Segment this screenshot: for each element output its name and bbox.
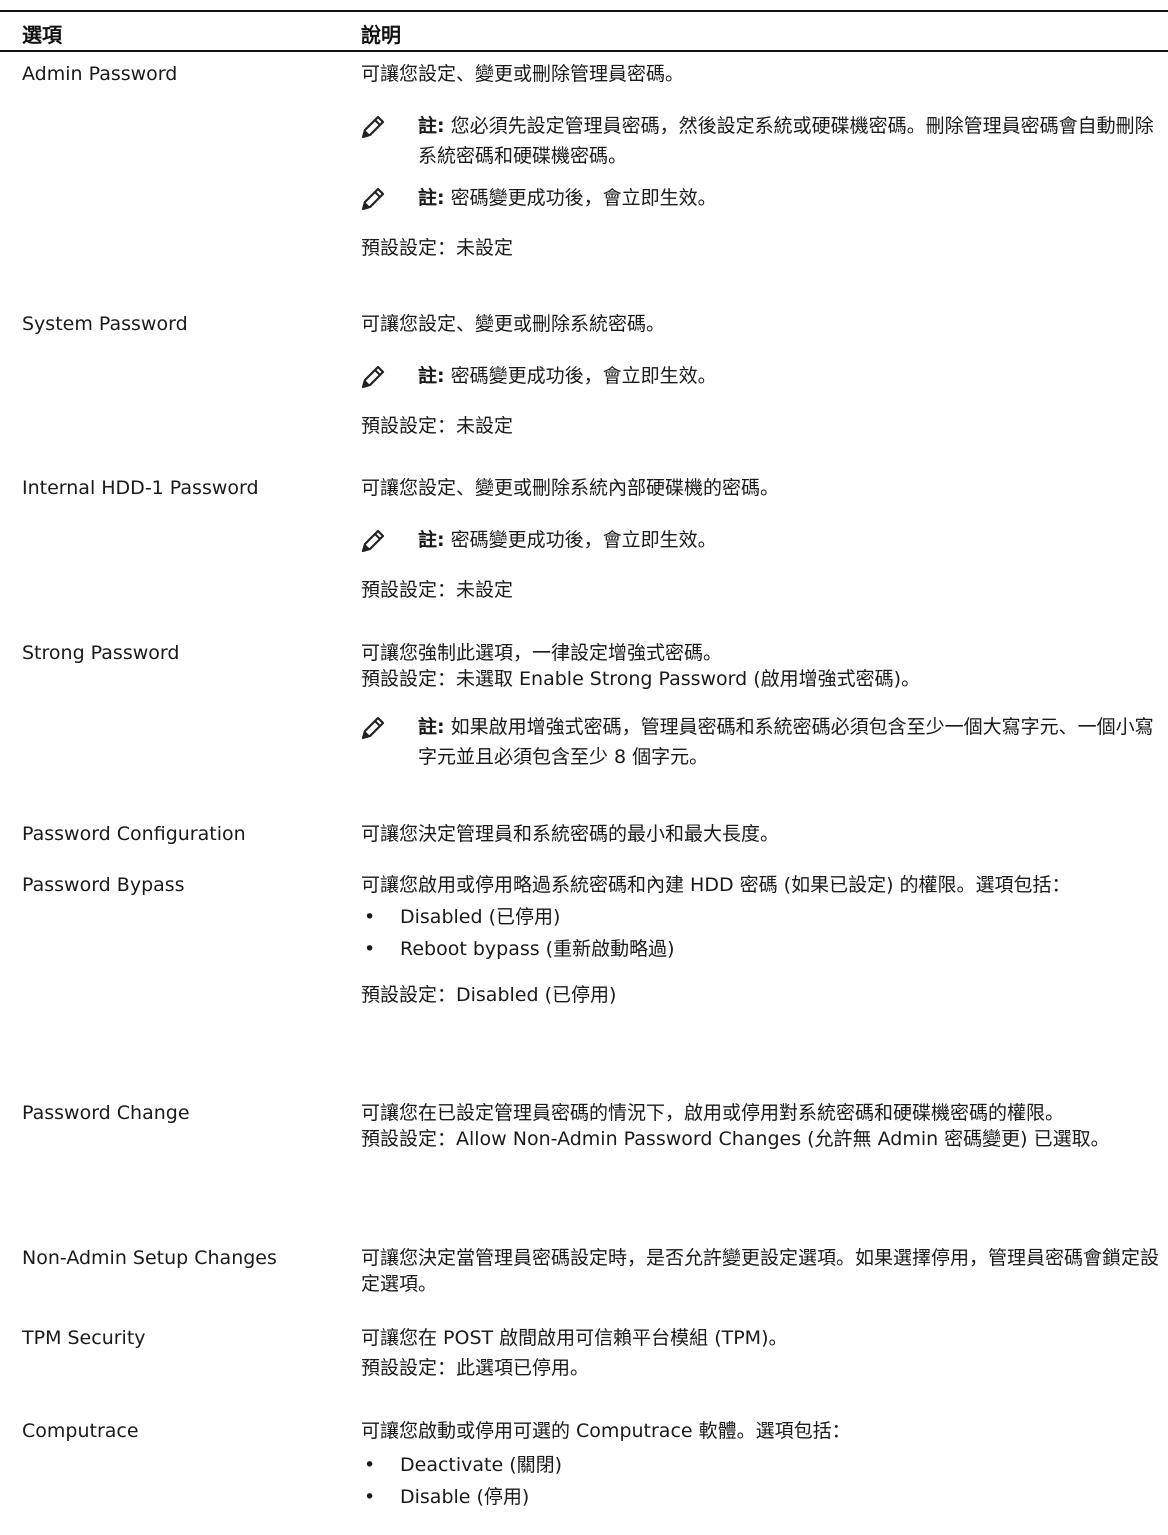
description-text: 可讓您設定、變更或刪除管理員密碼。	[361, 63, 685, 85]
list-item: • Disable (停用)	[361, 1484, 1161, 1510]
description-text: 可讓您啟用或停用略過系統密碼和內建 HDD 密碼 (如果已設定) 的權限。選項包…	[361, 874, 1071, 896]
note-text: 密碼變更成功後，會立即生效。	[450, 365, 717, 387]
description-text: 可讓您強制此選項，一律設定增強式密碼。	[361, 642, 723, 664]
default-setting: 預設設定：未設定	[361, 415, 514, 437]
list-item: • Disabled (已停用)	[361, 904, 1161, 930]
note: 註: 您必須先設定管理員密碼，然後設定系統或硬碟機密碼。刪除管理員密碼會自動刪除…	[361, 111, 1161, 183]
bullet-dot: •	[364, 1486, 376, 1508]
list-item-text: Disabled (已停用)	[400, 906, 561, 928]
note-label: 註:	[418, 716, 445, 738]
table-header-rule	[0, 50, 1168, 52]
bullet-dot: •	[364, 1454, 376, 1476]
pencil-icon	[361, 365, 385, 389]
table-top-rule	[0, 10, 1168, 12]
pencil-icon	[361, 529, 385, 553]
column-header-option: 選項	[22, 23, 62, 47]
default-setting: 預設設定：此選項已停用。	[361, 1357, 590, 1379]
default-setting: 預設設定：Disabled (已停用)	[361, 984, 617, 1006]
option-name: Strong Password	[22, 642, 180, 664]
option-name: Password Configuration	[22, 823, 246, 845]
note-text: 如果啟用增強式密碼，管理員密碼和系統密碼必須包含至少一個大寫字元、一個小寫字元並…	[418, 716, 1154, 768]
default-setting: 預設設定：未設定	[361, 579, 514, 601]
option-description: 可讓您設定、變更或刪除系統密碼。 註: 密碼變更成功後，會立即生效。 預設設定：…	[361, 311, 1161, 439]
note-label: 註:	[418, 529, 445, 551]
pencil-icon	[361, 115, 385, 139]
description-text: 可讓您在 POST 啟間啟用可信賴平台模組 (TPM)。	[361, 1327, 788, 1349]
option-description: 可讓您強制此選項，一律設定增強式密碼。 預設設定：未選取 Enable Stro…	[361, 640, 1161, 772]
option-description: 可讓您設定、變更或刪除系統內部硬碟機的密碼。 註: 密碼變更成功後，會立即生效。…	[361, 475, 1161, 603]
description-text: 可讓您啟動或停用可選的 Computrace 軟體。選項包括：	[361, 1420, 851, 1442]
note-label: 註:	[418, 365, 445, 387]
option-name: Internal HDD-1 Password	[22, 477, 259, 499]
option-name: Non-Admin Setup Changes	[22, 1247, 277, 1269]
note-text: 密碼變更成功後，會立即生效。	[450, 529, 717, 551]
option-description: 可讓您決定管理員和系統密碼的最小和最大長度。	[361, 821, 1161, 847]
option-name: TPM Security	[22, 1327, 146, 1349]
option-name: System Password	[22, 313, 188, 335]
list-item-text: Disable (停用)	[400, 1486, 530, 1508]
option-description: 可讓您啟用或停用略過系統密碼和內建 HDD 密碼 (如果已設定) 的權限。選項包…	[361, 872, 1161, 1008]
note: 註: 密碼變更成功後，會立即生效。	[361, 525, 1161, 577]
description-text: 可讓您設定、變更或刪除系統內部硬碟機的密碼。	[361, 477, 780, 499]
description-text: 可讓您在已設定管理員密碼的情況下，啟用或停用對系統密碼和硬碟機密碼的權限。	[361, 1102, 1065, 1124]
description-text: 可讓您決定管理員和系統密碼的最小和最大長度。	[361, 823, 780, 845]
column-header-description: 說明	[361, 23, 401, 47]
bullet-dot: •	[364, 938, 376, 960]
default-setting: 預設設定：Allow Non-Admin Password Changes (允…	[361, 1128, 1110, 1150]
list-item: • Deactivate (關閉)	[361, 1452, 1161, 1478]
option-description: 可讓您在已設定管理員密碼的情況下，啟用或停用對系統密碼和硬碟機密碼的權限。 預設…	[361, 1100, 1161, 1152]
option-description: 可讓您決定當管理員密碼設定時，是否允許變更設定選項。如果選擇停用，管理員密碼會鎖…	[361, 1245, 1161, 1297]
pencil-icon	[361, 716, 385, 740]
option-name: Password Bypass	[22, 874, 185, 896]
note-text: 密碼變更成功後，會立即生效。	[450, 187, 717, 209]
list-item: • Reboot bypass (重新啟動略過)	[361, 936, 1161, 982]
note: 註: 如果啟用增強式密碼，管理員密碼和系統密碼必須包含至少一個大寫字元、一個小寫…	[361, 712, 1161, 772]
option-description: 可讓您設定、變更或刪除管理員密碼。 註: 您必須先設定管理員密碼，然後設定系統或…	[361, 61, 1161, 261]
note: 註: 密碼變更成功後，會立即生效。	[361, 183, 1161, 235]
option-name: Computrace	[22, 1420, 139, 1442]
description-text: 可讓您設定、變更或刪除系統密碼。	[361, 313, 666, 335]
default-setting: 預設設定：未設定	[361, 237, 514, 259]
list-item-text: Reboot bypass (重新啟動略過)	[400, 938, 675, 960]
option-name: Admin Password	[22, 63, 178, 85]
bullet-dot: •	[364, 906, 376, 928]
default-setting: 預設設定：未選取 Enable Strong Password (啟用增強式密碼…	[361, 668, 921, 690]
option-description: 可讓您在 POST 啟間啟用可信賴平台模組 (TPM)。 預設設定：此選項已停用…	[361, 1325, 1161, 1381]
note: 註: 密碼變更成功後，會立即生效。	[361, 361, 1161, 413]
description-text: 可讓您決定當管理員密碼設定時，是否允許變更設定選項。如果選擇停用，管理員密碼會鎖…	[361, 1247, 1160, 1295]
note-label: 註:	[418, 115, 445, 137]
note-label: 註:	[418, 187, 445, 209]
option-description: 可讓您啟動或停用可選的 Computrace 軟體。選項包括： • Deacti…	[361, 1418, 1161, 1510]
pencil-icon	[361, 187, 385, 211]
option-name: Password Change	[22, 1102, 190, 1124]
note-text: 您必須先設定管理員密碼，然後設定系統或硬碟機密碼。刪除管理員密碼會自動刪除系統密…	[418, 115, 1154, 167]
list-item-text: Deactivate (關閉)	[400, 1454, 563, 1476]
